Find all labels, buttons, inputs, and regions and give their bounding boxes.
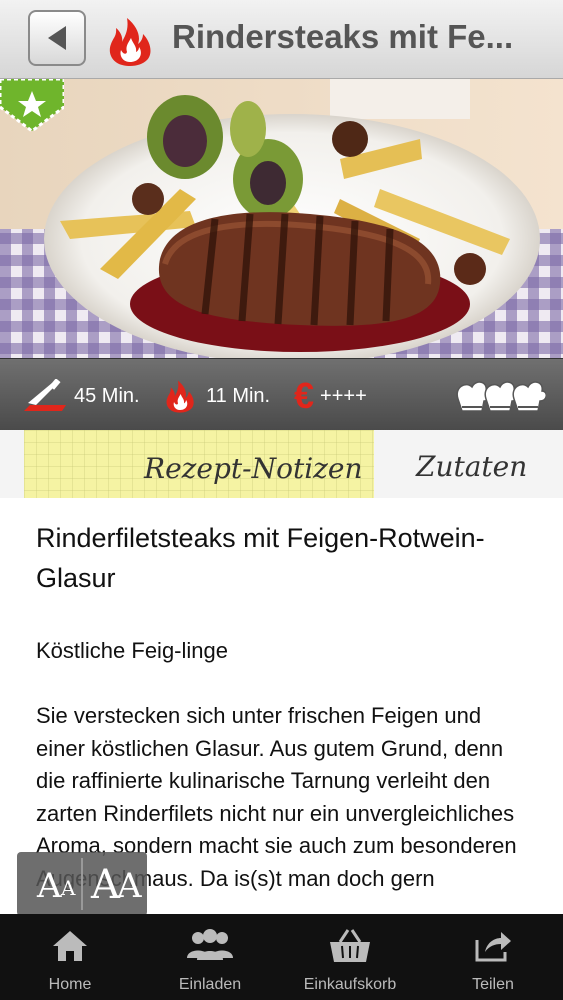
prep-time-value: 45 Min. bbox=[74, 384, 140, 407]
home-icon bbox=[53, 931, 87, 961]
tab-zutaten[interactable]: Zutaten bbox=[374, 430, 563, 498]
basket-icon bbox=[330, 929, 370, 962]
font-size-small-label: A bbox=[61, 876, 76, 900]
cook-time: 11 Min. bbox=[160, 380, 271, 413]
cost-value: ++++ bbox=[320, 384, 367, 407]
tab-einkaufskorb-label: Einkaufskorb bbox=[303, 976, 397, 993]
font-size-large-label: A bbox=[91, 862, 120, 908]
tab-home[interactable]: Home bbox=[0, 914, 140, 1000]
divider bbox=[81, 858, 83, 910]
tab-einladen[interactable]: Einladen bbox=[140, 914, 280, 1000]
tab-teilen-label: Teilen bbox=[472, 976, 514, 993]
knife-board-icon bbox=[24, 379, 66, 411]
tab-teilen[interactable]: Teilen bbox=[423, 914, 563, 1000]
flame-icon bbox=[166, 380, 194, 413]
share-icon bbox=[475, 932, 511, 962]
chef-hats-icon bbox=[456, 381, 546, 412]
font-size-icon: A bbox=[37, 866, 62, 906]
tab-home-label: Home bbox=[48, 976, 92, 993]
star-bookmark-icon[interactable] bbox=[0, 79, 64, 133]
recipe-subtitle: Köstliche Feig-linge bbox=[36, 638, 228, 663]
bottom-tab-bar: Home Einladen Einkaufskorb Teilen bbox=[0, 914, 563, 1000]
tab-rezept-notizen-label: Rezept-Notizen bbox=[144, 452, 363, 485]
recipe-title: Rinderfiletsteaks mit Feigen-Rotwein-Gla… bbox=[36, 523, 485, 593]
recipe-info-bar: 45 Min. 11 Min. € ++++ bbox=[0, 358, 563, 431]
recipe-content: Rinderfiletsteaks mit Feigen-Rotwein-Gla… bbox=[36, 518, 536, 895]
cost-level: € ++++ bbox=[294, 375, 367, 416]
flame-logo-icon bbox=[109, 18, 151, 66]
euro-icon: € bbox=[294, 375, 315, 416]
header-bar: Rindersteaks mit Fe... bbox=[0, 0, 563, 79]
font-size-large-label-2: A bbox=[117, 866, 142, 906]
steak-with-figs-photo bbox=[0, 79, 563, 358]
page-title: Rindersteaks mit Fe... bbox=[172, 18, 514, 55]
tab-rezept-notizen[interactable]: Rezept-Notizen bbox=[24, 430, 374, 498]
recipe-photo bbox=[0, 79, 563, 358]
font-size-button[interactable]: A A A A bbox=[17, 852, 147, 916]
tab-zutaten-label: Zutaten bbox=[416, 450, 528, 483]
tab-einladen-label: Einladen bbox=[178, 976, 242, 993]
cook-time-value: 11 Min. bbox=[206, 384, 271, 407]
tab-einkaufskorb[interactable]: Einkaufskorb bbox=[280, 914, 420, 1000]
prep-time: 45 Min. bbox=[22, 379, 140, 411]
back-arrow-icon bbox=[48, 26, 66, 50]
people-icon bbox=[187, 929, 233, 960]
back-button[interactable] bbox=[28, 10, 86, 66]
recipe-tabs: Rezept-Notizen Zutaten bbox=[0, 430, 563, 498]
